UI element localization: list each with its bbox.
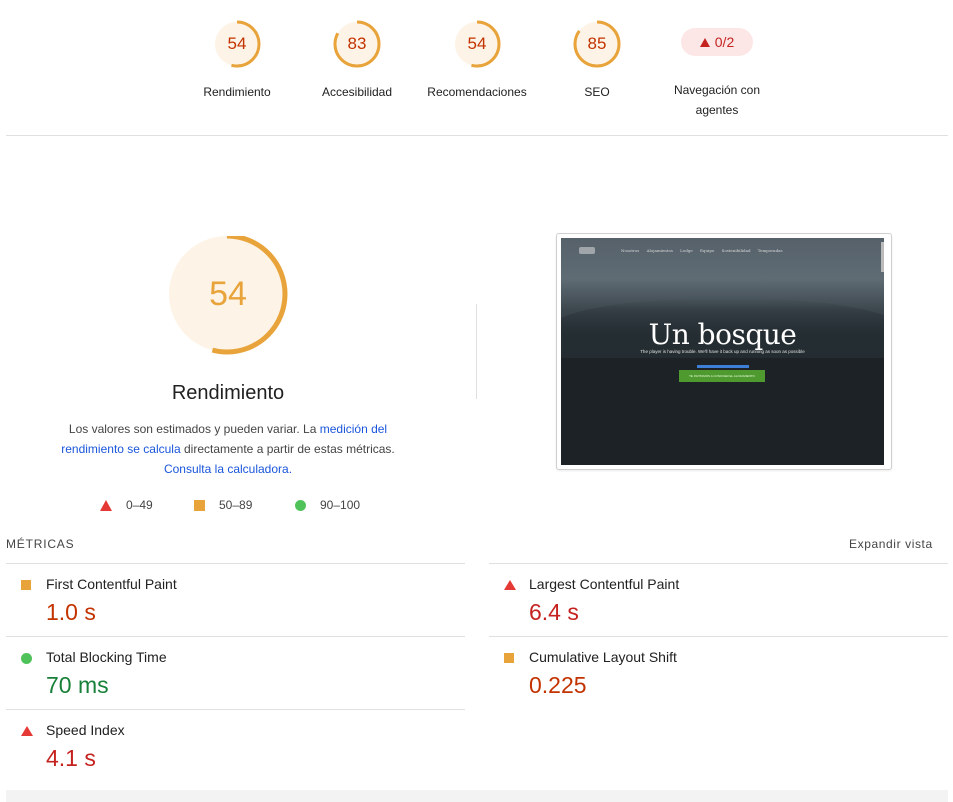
warning-triangle-icon <box>699 37 710 47</box>
performance-score: 54 <box>209 274 247 313</box>
legend-fail: 0–49 <box>100 498 153 512</box>
fail-badge: 0/2 <box>681 28 753 56</box>
gauge-score: 54 <box>227 34 247 53</box>
metric-name: Cumulative Layout Shift <box>529 649 677 665</box>
site-nav: Nosotros Alojamientos Lodge Equipo Soste… <box>621 248 783 253</box>
performance-gauge: 54 <box>167 236 289 358</box>
fail-triangle-icon <box>21 726 33 736</box>
fail-triangle-icon <box>100 499 112 511</box>
vertical-divider <box>476 304 477 399</box>
gauge-accessibility[interactable]: 83 Accesibilidad <box>297 20 417 102</box>
gauge-seo[interactable]: 85 SEO <box>537 20 657 102</box>
legend-range: 0–49 <box>126 498 153 512</box>
gauge-ring: 83 <box>333 20 381 68</box>
gauge-label: Accesibilidad <box>321 85 393 99</box>
gauge-agentic-browsing[interactable]: 0/2 Navegación con agentes <box>657 18 777 120</box>
gauge-label-line: Navegación con <box>673 83 761 97</box>
page-screenshot: Nosotros Alojamientos Lodge Equipo Soste… <box>561 238 884 465</box>
metric-value: 6.4 s <box>529 599 579 625</box>
description-text: Los valores son estimados y pueden varia… <box>68 422 320 436</box>
gauge-performance[interactable]: 54 Rendimiento <box>177 20 297 102</box>
metric-name: Total Blocking Time <box>46 649 167 665</box>
metric-lcp: Largest Contentful Paint 6.4 s <box>489 564 949 636</box>
metric-value: 70 ms <box>46 672 109 698</box>
gauge-score: 54 <box>467 34 487 53</box>
gauge-score: 83 <box>347 34 367 53</box>
legend-average: 50–89 <box>194 498 252 512</box>
metric-tbt: Total Blocking Time 70 ms <box>6 637 466 709</box>
average-square-icon <box>194 499 205 511</box>
metric-value: 1.0 s <box>46 599 96 625</box>
hero-button: TE INVITAMOS A CONOCER EL ALOJAMIENTO <box>679 370 765 382</box>
scrollbar <box>881 242 884 272</box>
legend-pass: 90–100 <box>295 498 360 512</box>
gauge-ring: 54 <box>453 20 501 68</box>
gauge-label: Navegación con agentes <box>674 80 760 120</box>
metric-value: 4.1 s <box>46 745 96 771</box>
site-logo-icon <box>579 247 595 254</box>
hero-subtitle: The player is having trouble. We'll have… <box>640 349 805 354</box>
metric-speed-index: Speed Index 4.1 s <box>6 710 466 782</box>
average-square-icon <box>21 580 31 590</box>
gauge-label-line: agentes <box>695 103 739 117</box>
metric-fcp: First Contentful Paint 1.0 s <box>6 564 466 636</box>
section-footer <box>6 790 948 802</box>
badge-text: 0/2 <box>714 34 735 50</box>
fail-triangle-icon <box>504 580 516 590</box>
metric-name: Largest Contentful Paint <box>529 576 680 592</box>
gauge-best-practices[interactable]: 54 Recomendaciones <box>417 20 537 102</box>
gauge-ring: 85 <box>573 20 621 68</box>
gauge-label: SEO <box>584 85 610 99</box>
hero-accent <box>697 365 749 368</box>
metric-value: 0.225 <box>529 672 587 698</box>
legend-range: 90–100 <box>320 498 361 512</box>
performance-description: Los valores son estimados y pueden varia… <box>50 419 406 479</box>
final-screenshot[interactable]: Nosotros Alojamientos Lodge Equipo Soste… <box>556 233 892 470</box>
pass-circle-icon <box>295 499 306 511</box>
gauge-ring: 54 <box>213 20 261 68</box>
gauge-score: 85 <box>587 34 607 53</box>
description-text: directamente a partir de estas métricas. <box>180 442 395 456</box>
expand-view-toggle[interactable]: Expandir vista <box>849 537 933 551</box>
divider <box>6 135 948 136</box>
metric-name: First Contentful Paint <box>46 576 177 592</box>
gauge-label: Rendimiento <box>203 85 271 99</box>
metric-name: Speed Index <box>46 722 125 738</box>
gauge-label: Recomendaciones <box>427 85 527 99</box>
metrics-header: MÉTRICAS <box>6 537 75 551</box>
performance-title: Rendimiento <box>171 382 285 404</box>
hero-title: Un bosque <box>648 318 797 351</box>
metric-cls: Cumulative Layout Shift 0.225 <box>489 637 949 709</box>
legend-range: 50–89 <box>219 498 253 512</box>
pass-circle-icon <box>21 653 32 664</box>
calculator-link[interactable]: Consulta la calculadora. <box>164 462 292 476</box>
average-square-icon <box>504 653 514 663</box>
category-gauges: 54 Rendimiento 83 Accesibilidad 54 Recom… <box>0 0 953 136</box>
